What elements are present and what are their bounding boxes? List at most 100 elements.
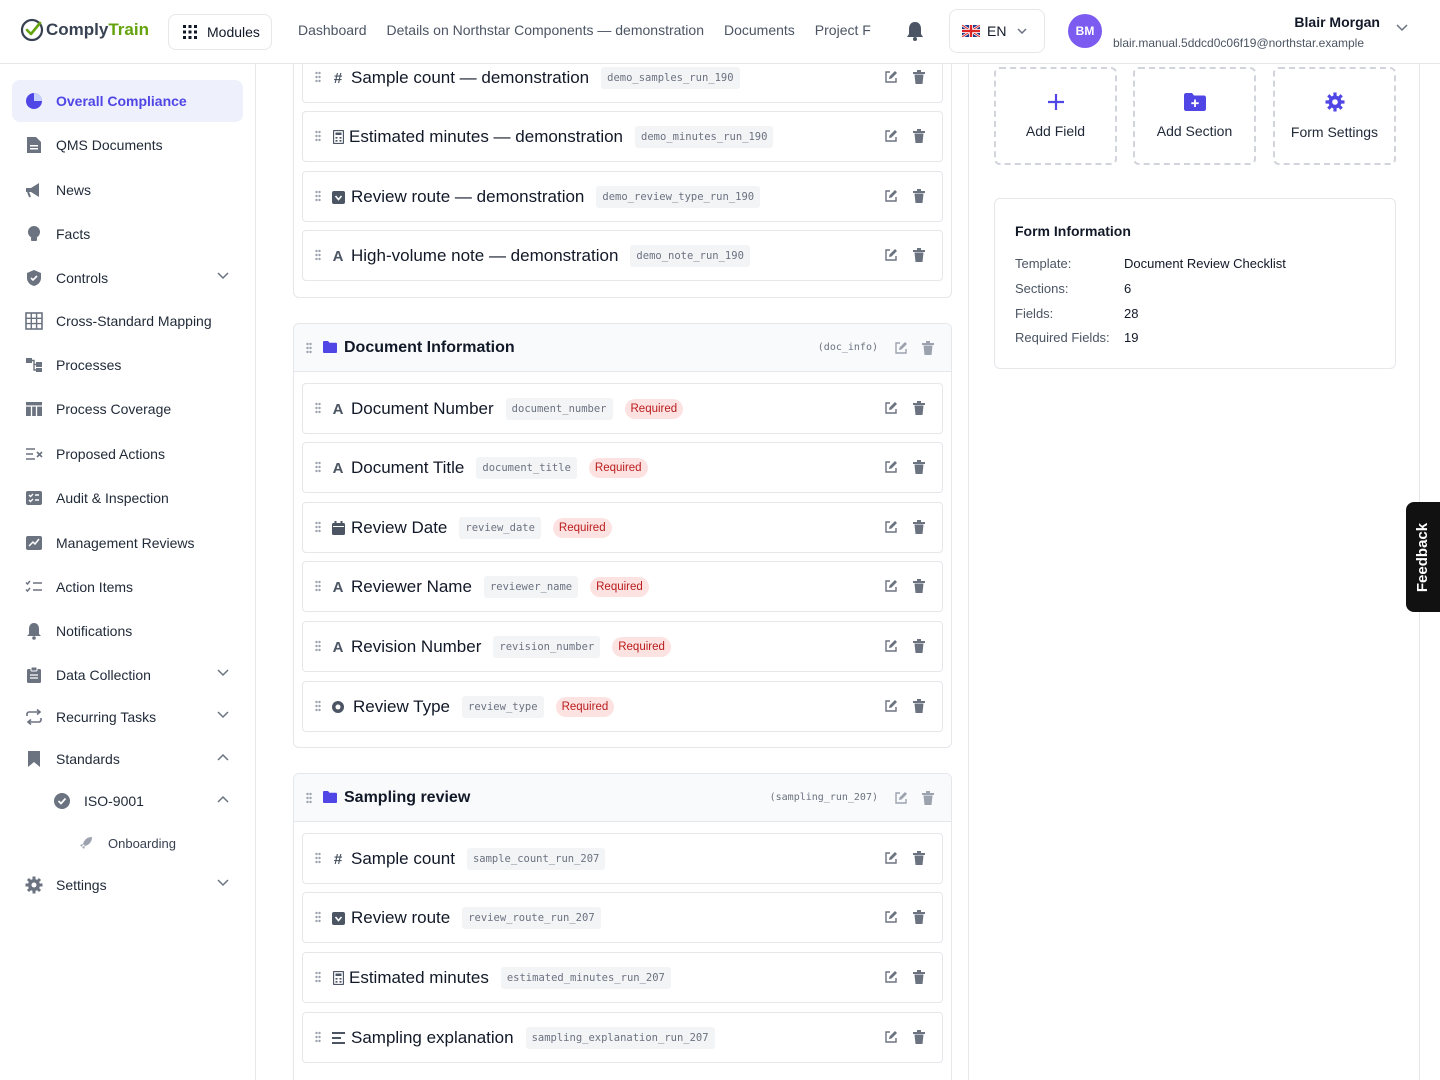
- sidebar-item-overall-compliance[interactable]: Overall Compliance: [12, 80, 243, 122]
- drag-handle-icon[interactable]: [306, 342, 312, 354]
- trash-icon[interactable]: [922, 341, 934, 355]
- trash-icon[interactable]: [913, 70, 925, 84]
- sidebar-item-news[interactable]: News: [12, 169, 243, 211]
- trash-icon[interactable]: [913, 129, 925, 143]
- field-row[interactable]: Review route review_route_run_207: [302, 892, 943, 943]
- sidebar-item-notifications[interactable]: Notifications: [12, 610, 243, 652]
- sidebar-item-management-reviews[interactable]: Management Reviews: [12, 522, 243, 564]
- edit-icon[interactable]: [884, 129, 898, 143]
- drag-handle-icon[interactable]: [315, 402, 321, 414]
- drag-handle-icon[interactable]: [306, 792, 312, 804]
- edit-icon[interactable]: [884, 639, 898, 653]
- nav-details[interactable]: Details on Northstar Components — demons…: [387, 22, 704, 38]
- field-row[interactable]: Estimated minutes — demonstration demo_m…: [302, 111, 943, 162]
- trash-icon[interactable]: [913, 639, 925, 653]
- edit-icon[interactable]: [894, 341, 908, 355]
- sidebar-item-processes[interactable]: Processes: [12, 344, 243, 386]
- field-row[interactable]: A Revision Number revision_number Requir…: [302, 621, 943, 672]
- edit-icon[interactable]: [894, 791, 908, 805]
- field-row[interactable]: A Document Title document_title Required: [302, 442, 943, 493]
- edit-icon[interactable]: [884, 851, 898, 865]
- edit-icon[interactable]: [884, 70, 898, 84]
- edit-icon[interactable]: [884, 910, 898, 924]
- modules-button[interactable]: Modules: [168, 14, 272, 50]
- form-settings-button[interactable]: Form Settings: [1273, 67, 1396, 165]
- sidebar-item-recurring-tasks[interactable]: Recurring Tasks: [12, 696, 243, 738]
- edit-icon[interactable]: [884, 1030, 898, 1044]
- drag-handle-icon[interactable]: [315, 190, 321, 202]
- trash-icon[interactable]: [913, 579, 925, 593]
- feedback-tab[interactable]: Feedback: [1406, 502, 1440, 612]
- field-row[interactable]: Sampling explanation sampling_explanatio…: [302, 1012, 943, 1063]
- language-selector[interactable]: EN: [949, 9, 1045, 53]
- user-email: blair.manual.5ddcd0c06f19@northstar.exam…: [1113, 36, 1365, 50]
- drag-handle-icon[interactable]: [315, 521, 321, 533]
- edit-icon[interactable]: [884, 699, 898, 713]
- sidebar-item-process-coverage[interactable]: Process Coverage: [12, 388, 243, 430]
- drag-handle-icon[interactable]: [315, 911, 321, 923]
- sidebar-item-facts[interactable]: Facts: [12, 213, 243, 255]
- sidebar-item-standards[interactable]: Standards: [12, 738, 243, 780]
- avatar[interactable]: BM: [1068, 14, 1102, 48]
- nav-project[interactable]: Project F: [815, 22, 871, 38]
- edit-icon[interactable]: [884, 460, 898, 474]
- trash-icon[interactable]: [913, 189, 925, 203]
- sidebar-item-audit-inspection[interactable]: Audit & Inspection: [12, 477, 243, 519]
- sidebar-item-qms-documents[interactable]: QMS Documents: [12, 124, 243, 166]
- trash-icon[interactable]: [913, 910, 925, 924]
- drag-handle-icon[interactable]: [315, 971, 321, 983]
- section-header[interactable]: Sampling review (sampling_run_207): [294, 774, 951, 822]
- sidebar-item-settings[interactable]: Settings: [12, 864, 243, 906]
- edit-icon[interactable]: [884, 520, 898, 534]
- drag-handle-icon[interactable]: [315, 461, 321, 473]
- nav-dashboard[interactable]: Dashboard: [298, 22, 367, 38]
- edit-icon[interactable]: [884, 189, 898, 203]
- trash-icon[interactable]: [913, 401, 925, 415]
- trash-icon[interactable]: [913, 970, 925, 984]
- field-row[interactable]: Estimated minutes estimated_minutes_run_…: [302, 952, 943, 1003]
- field-row[interactable]: A Reviewer Name reviewer_name Required: [302, 561, 943, 612]
- field-row[interactable]: Review Type review_type Required: [302, 681, 943, 732]
- trash-icon[interactable]: [913, 699, 925, 713]
- section-header[interactable]: Document Information (doc_info): [294, 324, 951, 372]
- drag-handle-icon[interactable]: [315, 1031, 321, 1043]
- trash-icon[interactable]: [922, 791, 934, 805]
- bell-icon[interactable]: [906, 21, 924, 41]
- drag-handle-icon[interactable]: [315, 700, 321, 712]
- nav-documents[interactable]: Documents: [724, 22, 795, 38]
- trash-icon[interactable]: [913, 1030, 925, 1044]
- trash-icon[interactable]: [913, 460, 925, 474]
- field-row[interactable]: # Sample count sample_count_run_207: [302, 833, 943, 884]
- app-logo[interactable]: Comply Train: [20, 18, 149, 42]
- sidebar-item-onboarding[interactable]: Onboarding: [64, 822, 243, 864]
- field-row[interactable]: A High-volume note — demonstration demo_…: [302, 230, 943, 281]
- user-menu-chevron-icon[interactable]: [1396, 24, 1408, 32]
- sidebar-item-action-items[interactable]: Action Items: [12, 566, 243, 608]
- drag-handle-icon[interactable]: [315, 580, 321, 592]
- sidebar-item-data-collection[interactable]: Data Collection: [12, 654, 243, 696]
- sidebar-item-iso-9001[interactable]: ISO-9001: [40, 780, 243, 822]
- sidebar-item-proposed-actions[interactable]: Proposed Actions: [12, 433, 243, 475]
- sidebar-item-controls[interactable]: Controls: [12, 257, 243, 299]
- trash-icon[interactable]: [913, 248, 925, 262]
- sidebar-item-cross-standard-mapping[interactable]: Cross-Standard Mapping: [12, 300, 243, 342]
- field-row[interactable]: Review route — demonstration demo_review…: [302, 171, 943, 222]
- add-field-button[interactable]: Add Field: [994, 67, 1117, 165]
- drag-handle-icon[interactable]: [315, 130, 321, 142]
- edit-icon[interactable]: [884, 579, 898, 593]
- field-row[interactable]: # Sample count — demonstration demo_samp…: [302, 64, 943, 103]
- add-section-button[interactable]: Add Section: [1133, 67, 1256, 165]
- text-type-icon: A: [332, 400, 344, 418]
- trash-icon[interactable]: [913, 851, 925, 865]
- sidebar-item-label: QMS Documents: [56, 137, 163, 153]
- drag-handle-icon[interactable]: [315, 640, 321, 652]
- trash-icon[interactable]: [913, 520, 925, 534]
- drag-handle-icon[interactable]: [315, 852, 321, 864]
- edit-icon[interactable]: [884, 970, 898, 984]
- drag-handle-icon[interactable]: [315, 249, 321, 261]
- field-row[interactable]: A Document Number document_number Requir…: [302, 383, 943, 434]
- drag-handle-icon[interactable]: [315, 71, 321, 83]
- edit-icon[interactable]: [884, 401, 898, 415]
- edit-icon[interactable]: [884, 248, 898, 262]
- field-row[interactable]: Review Date review_date Required: [302, 502, 943, 553]
